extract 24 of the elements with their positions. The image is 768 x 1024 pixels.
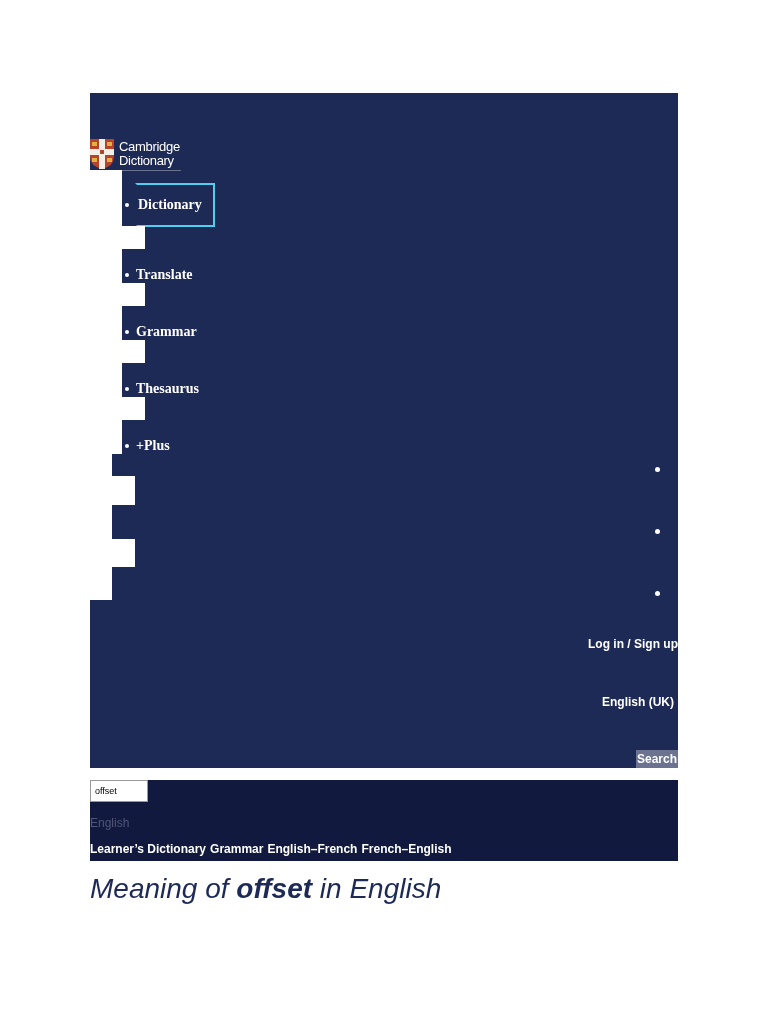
menu-link[interactable]: English–French (267, 842, 358, 856)
login-link[interactable]: Log in / Sign up (588, 637, 678, 651)
menu-link[interactable]: French–English (361, 842, 452, 856)
bullet-icon (125, 273, 129, 277)
menu-link[interactable]: Learner’s Dictionary (90, 842, 207, 856)
menu-link[interactable]: Grammar (210, 842, 264, 856)
bullet-icon (655, 529, 660, 534)
language-selector[interactable]: English (UK) (602, 695, 674, 709)
bullet-icon (125, 203, 129, 207)
nav-link[interactable]: Thesaurus (135, 377, 213, 401)
bullet-icon (655, 467, 660, 472)
logo-text[interactable]: Cambridge Dictionary (119, 140, 181, 168)
bullet-icon (655, 591, 660, 596)
search-button[interactable]: Search (635, 750, 678, 768)
page-heading: Meaning of offset in English (90, 873, 443, 905)
nav-link[interactable]: +Plus (135, 434, 183, 458)
nav-link[interactable]: Translate (135, 263, 206, 287)
nav-link[interactable]: Dictionary (135, 183, 215, 227)
bullet-icon (125, 330, 129, 334)
shield-logo-icon (90, 139, 114, 169)
search-field[interactable]: offset (90, 780, 148, 802)
bullet-icon (125, 387, 129, 391)
nav-link[interactable]: Grammar (135, 320, 210, 344)
bullet-icon (125, 444, 129, 448)
